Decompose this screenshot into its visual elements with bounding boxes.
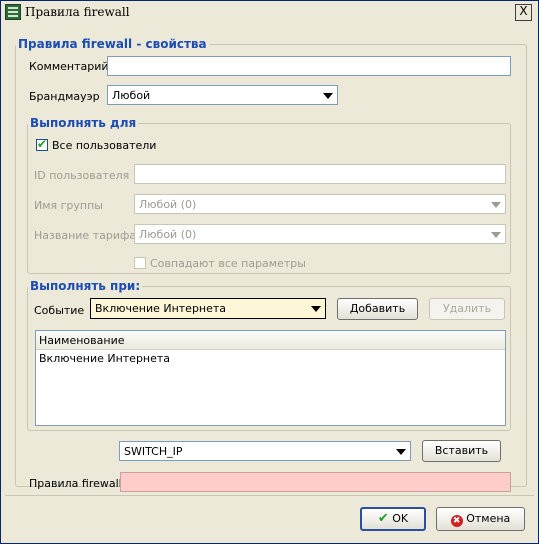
add-button[interactable]: Добавить bbox=[337, 298, 418, 320]
footer-divider bbox=[5, 495, 534, 496]
cancel-button[interactable]: ✖ Отмена bbox=[436, 507, 525, 531]
chevron-down-icon bbox=[396, 449, 406, 455]
ok-button[interactable]: ✔ OK bbox=[360, 507, 426, 531]
ok-label: OK bbox=[392, 512, 409, 525]
group-select-value: Любой (0) bbox=[139, 198, 197, 211]
table-row[interactable]: Включение Интернета bbox=[36, 350, 505, 368]
close-icon: X bbox=[519, 4, 528, 18]
dialog-window: Правила firewall X Правила firewall - св… bbox=[0, 0, 539, 544]
firewall-select-value: Любой bbox=[112, 89, 151, 102]
chevron-down-icon bbox=[311, 306, 321, 312]
title-bar: Правила firewall X bbox=[1, 1, 538, 23]
insert-button[interactable]: Вставить bbox=[422, 440, 501, 462]
firewall-select[interactable]: Любой bbox=[107, 85, 338, 105]
window-title: Правила firewall bbox=[25, 5, 130, 19]
match-all-checkbox[interactable] bbox=[134, 257, 146, 269]
rules-label: Правила firewall bbox=[29, 477, 122, 490]
comment-input[interactable] bbox=[107, 56, 511, 76]
checkmark-icon: ✔ bbox=[37, 137, 48, 151]
comment-label: Комментарий bbox=[29, 60, 109, 73]
group-label: Имя группы bbox=[34, 199, 103, 212]
all-users-checkbox[interactable]: ✔ bbox=[36, 137, 48, 151]
event-select-value: Включение Интернета bbox=[95, 302, 227, 315]
match-all-label: Совпадают все параметры bbox=[150, 257, 306, 270]
macro-select[interactable]: SWITCH_IP bbox=[119, 441, 411, 461]
rules-input[interactable] bbox=[120, 472, 511, 492]
tariff-select[interactable]: Любой (0) bbox=[134, 224, 506, 244]
user-id-input[interactable] bbox=[134, 164, 506, 184]
event-select[interactable]: Включение Интернета bbox=[90, 298, 326, 319]
events-table-header[interactable]: Наименование bbox=[36, 331, 505, 350]
close-button[interactable]: X bbox=[515, 4, 532, 21]
cancel-label: Отмена bbox=[466, 512, 511, 525]
cancel-icon: ✖ bbox=[450, 515, 463, 527]
execute-for-legend: Выполнять для bbox=[30, 116, 137, 130]
app-icon bbox=[5, 4, 21, 20]
events-table: Наименование Включение Интернета bbox=[35, 330, 506, 426]
chevron-down-icon bbox=[491, 202, 501, 208]
execute-on-legend: Выполнять при: bbox=[30, 279, 141, 293]
macro-select-value: SWITCH_IP bbox=[124, 445, 183, 458]
column-header-name: Наименование bbox=[39, 334, 125, 347]
chevron-down-icon bbox=[491, 232, 501, 238]
group-select[interactable]: Любой (0) bbox=[134, 194, 506, 214]
delete-button[interactable]: Удалить bbox=[429, 298, 505, 320]
tariff-label: Название тарифа bbox=[34, 229, 137, 242]
table-cell: Включение Интернета bbox=[39, 352, 171, 365]
ok-check-icon: ✔ bbox=[377, 511, 389, 526]
properties-legend: Правила firewall - свойства bbox=[18, 37, 207, 51]
all-users-label: Все пользователи bbox=[52, 139, 157, 152]
event-label: Событие bbox=[34, 304, 85, 317]
user-id-label: ID пользователя bbox=[34, 169, 130, 182]
tariff-select-value: Любой (0) bbox=[139, 228, 197, 241]
chevron-down-icon bbox=[323, 93, 333, 99]
firewall-label: Брандмауэр bbox=[29, 90, 100, 103]
dialog-content: Правила firewall - свойства Комментарий … bbox=[5, 25, 534, 539]
